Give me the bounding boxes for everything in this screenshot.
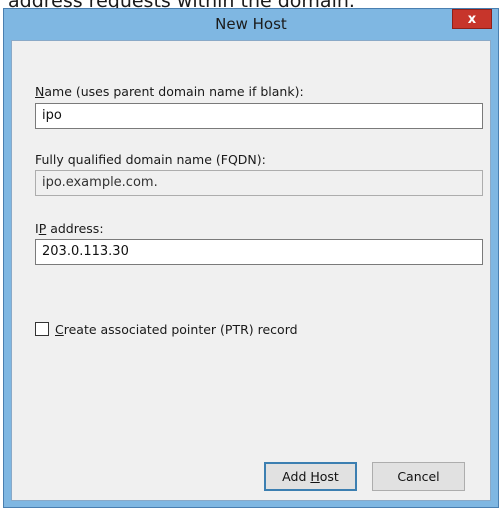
- ptr-record-label[interactable]: Create associated pointer (PTR) record: [55, 322, 298, 337]
- close-button[interactable]: x: [452, 9, 492, 29]
- name-label: Name (uses parent domain name if blank):: [35, 84, 304, 99]
- ptr-record-checkbox[interactable]: [35, 322, 49, 336]
- close-icon: x: [467, 12, 477, 27]
- ip-address-input[interactable]: 203.0.113.30: [35, 239, 483, 265]
- name-input[interactable]: ipo: [35, 103, 483, 129]
- ip-address-label: IP address:: [35, 221, 104, 236]
- cancel-button[interactable]: Cancel: [372, 462, 465, 491]
- new-host-dialog: New Host x Name (uses parent domain name…: [3, 8, 499, 508]
- add-host-button[interactable]: Add Host: [264, 462, 357, 491]
- fqdn-field: ipo.example.com.: [35, 170, 483, 196]
- dialog-title: New Host: [215, 15, 287, 33]
- fqdn-label: Fully qualified domain name (FQDN):: [35, 152, 266, 167]
- title-bar[interactable]: New Host x: [4, 9, 498, 40]
- dialog-client-area: Name (uses parent domain name if blank):…: [11, 40, 491, 501]
